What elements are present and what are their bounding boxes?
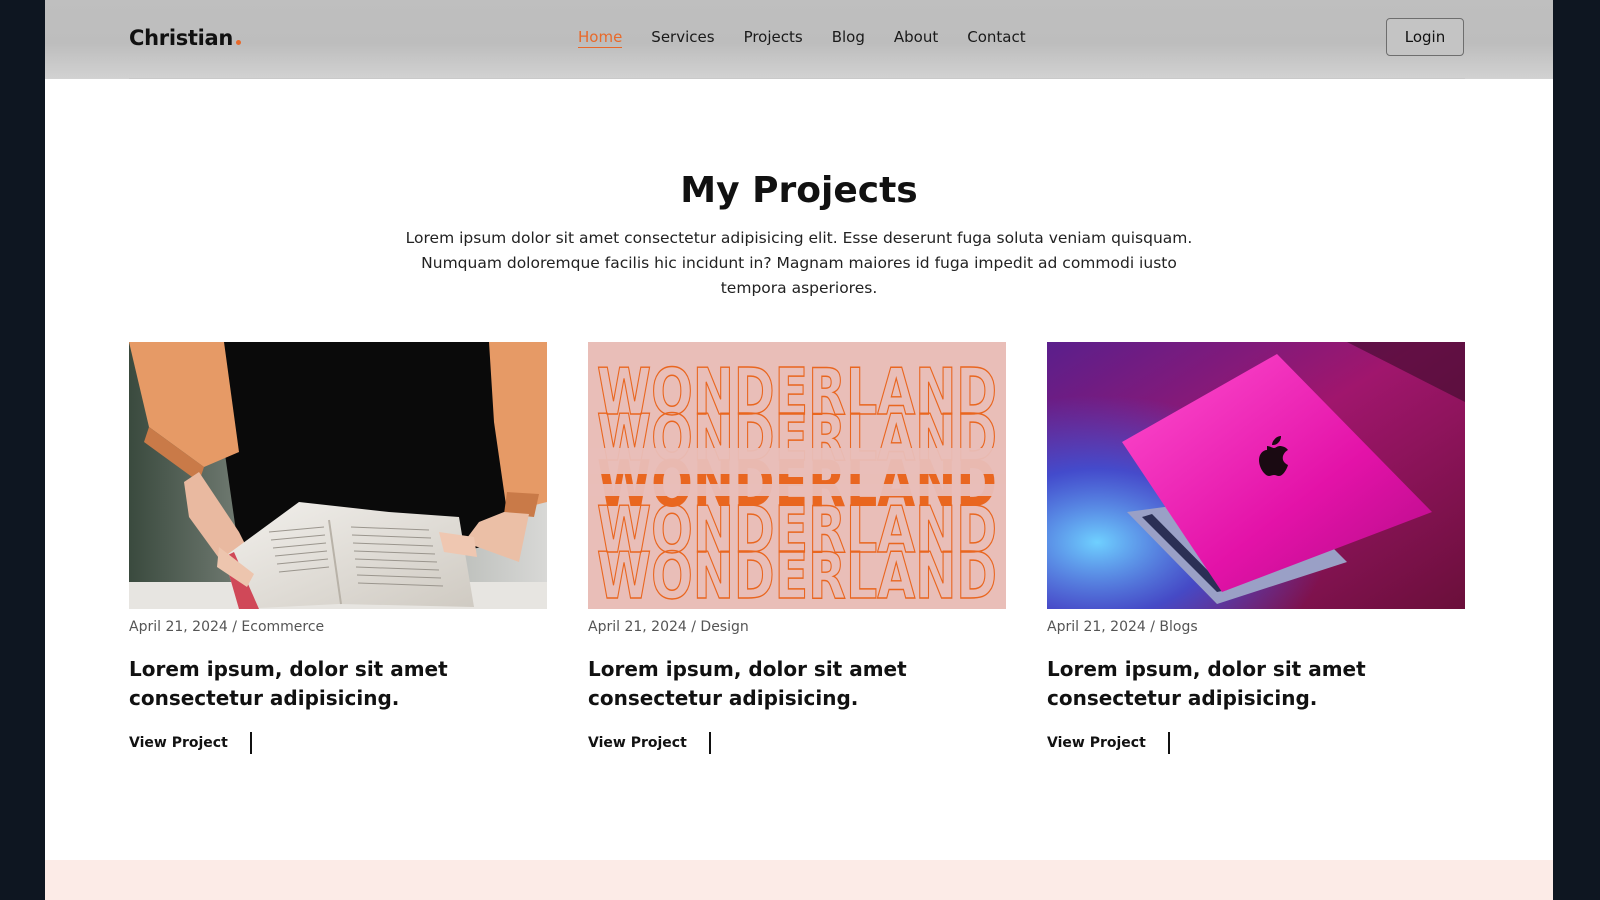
login-button[interactable]: Login [1386, 18, 1464, 56]
nav-services[interactable]: Services [651, 28, 714, 48]
view-project-label: View Project [1047, 735, 1146, 751]
project-card: WONDERLAND WONDERLAND WONDERLAND WONDERL… [588, 342, 1006, 754]
nav-projects[interactable]: Projects [744, 28, 803, 48]
view-project-link[interactable]: View Project [1047, 732, 1465, 754]
logo-dot-icon [236, 40, 242, 45]
link-bar-icon [1167, 732, 1170, 754]
site-header: Christian Home Services Projects Blog Ab… [45, 0, 1553, 79]
project-meta: April 21, 2024 / Design [588, 619, 749, 635]
project-meta: April 21, 2024 / Blogs [1047, 619, 1198, 635]
wonderland-text: WONDERLAND [597, 540, 997, 609]
nav-contact[interactable]: Contact [967, 28, 1025, 48]
nav-blog[interactable]: Blog [832, 28, 865, 48]
intro-text: Lorem ipsum dolor sit amet consectetur a… [405, 229, 1193, 297]
main-nav: Home Services Projects Blog About Contac… [578, 28, 1055, 48]
view-project-label: View Project [588, 735, 687, 751]
view-project-label: View Project [129, 735, 228, 751]
page: Christian Home Services Projects Blog Ab… [45, 0, 1553, 900]
nav-about[interactable]: About [894, 28, 938, 48]
header-divider [129, 78, 1465, 79]
project-card: April 21, 2024 / Blogs Lorem ipsum, dolo… [1047, 342, 1465, 754]
link-bar-icon [708, 732, 711, 754]
project-image-wonderland[interactable]: WONDERLAND WONDERLAND WONDERLAND WONDERL… [588, 342, 1006, 609]
project-card: April 21, 2024 / Ecommerce Lorem ipsum, … [129, 342, 547, 754]
project-image-laptop[interactable] [1047, 342, 1465, 609]
view-project-link[interactable]: View Project [129, 732, 547, 754]
next-section-band [45, 860, 1553, 900]
nav-home[interactable]: Home [578, 28, 623, 48]
project-image-reading[interactable] [129, 342, 547, 609]
logo-text: Christian [129, 26, 234, 50]
page-title: My Projects [680, 170, 918, 211]
site-logo[interactable]: Christian [129, 26, 242, 50]
link-bar-icon [249, 732, 252, 754]
project-title[interactable]: Lorem ipsum, dolor sit amet consectetur … [588, 655, 1006, 713]
project-title[interactable]: Lorem ipsum, dolor sit amet consectetur … [129, 655, 547, 713]
view-project-link[interactable]: View Project [588, 732, 1006, 754]
project-meta: April 21, 2024 / Ecommerce [129, 619, 325, 635]
project-title[interactable]: Lorem ipsum, dolor sit amet consectetur … [1047, 655, 1465, 713]
